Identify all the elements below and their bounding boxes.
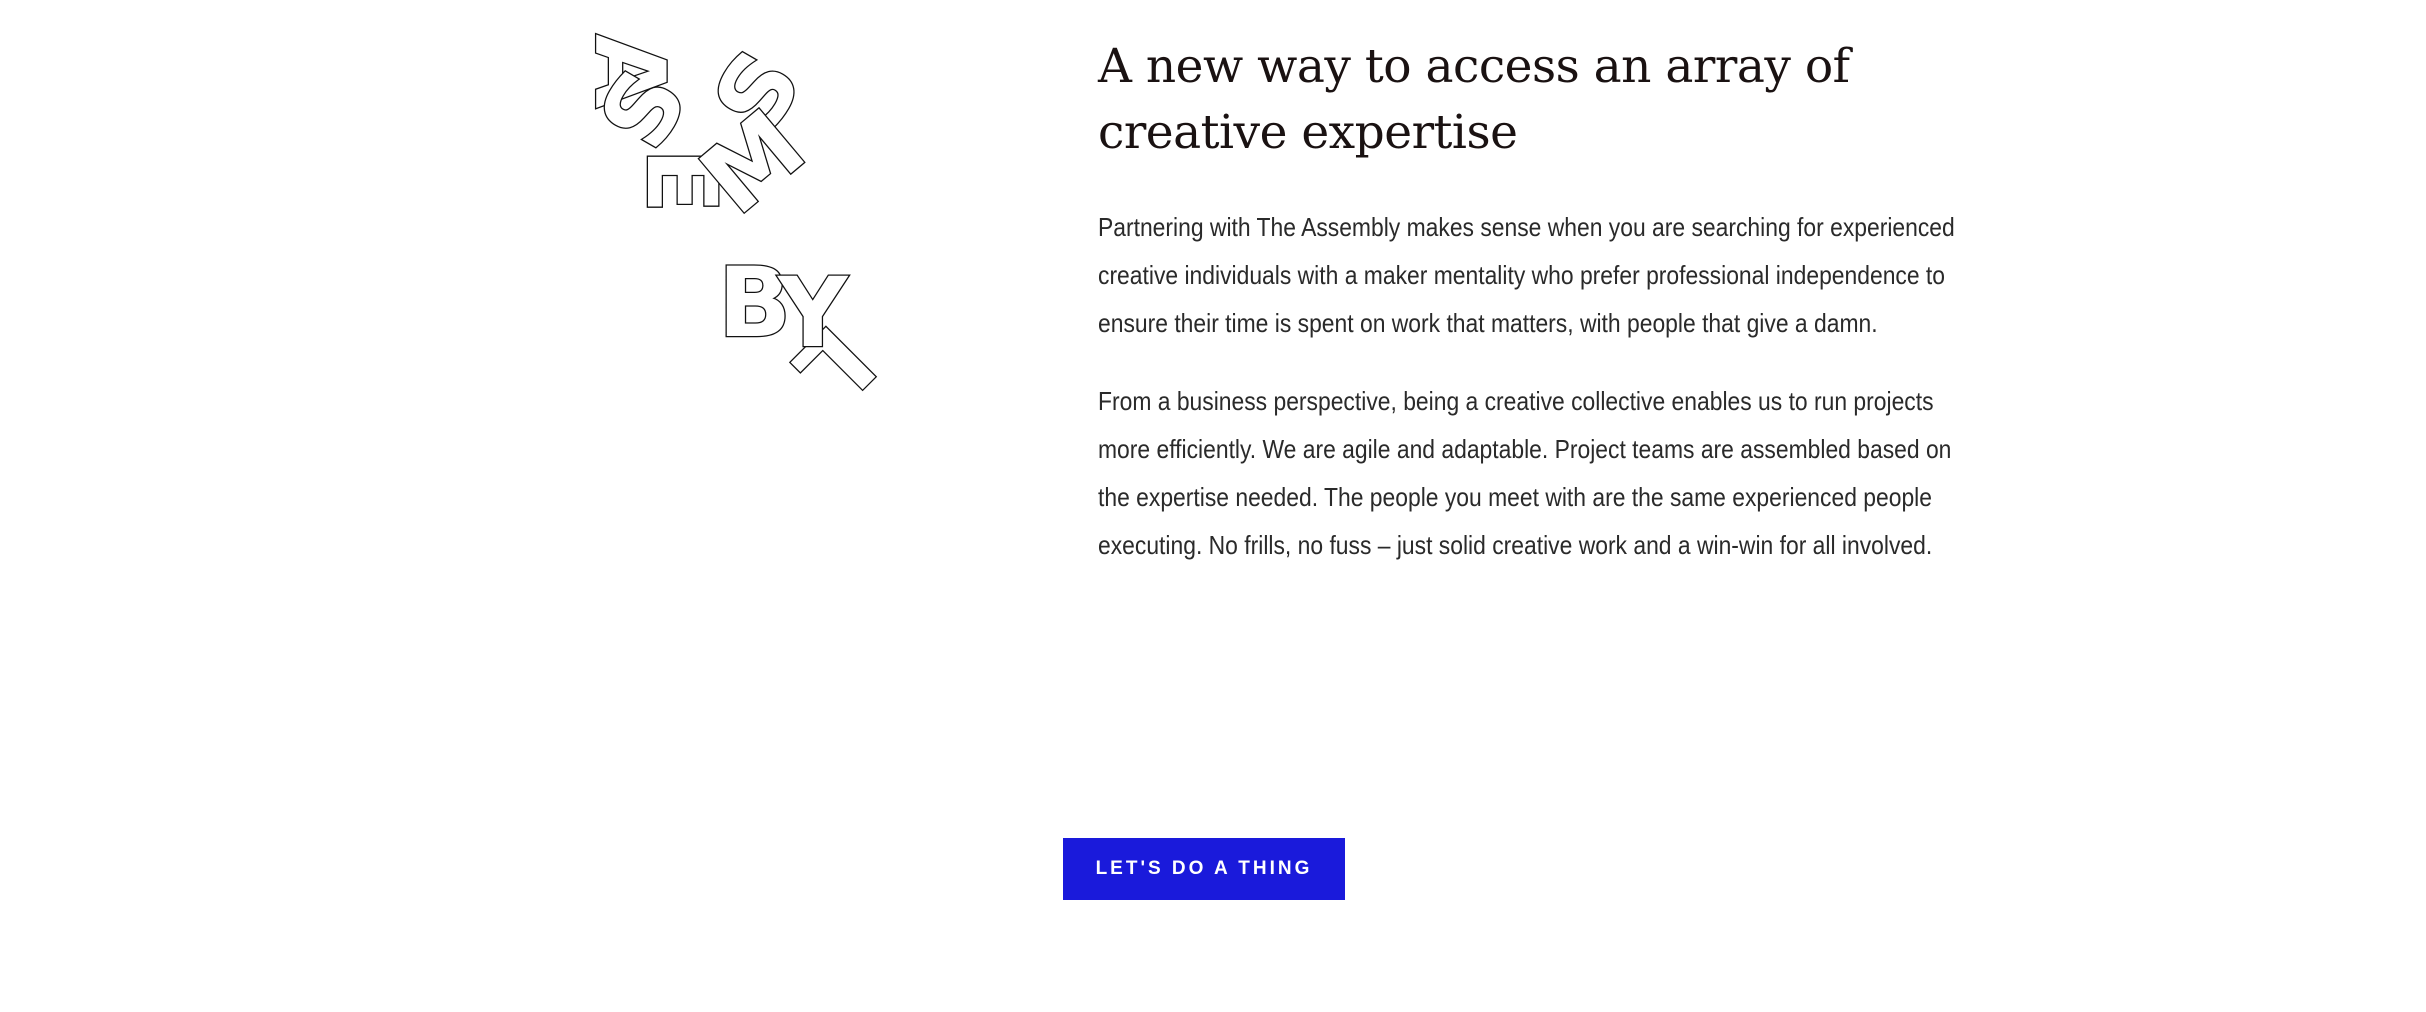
intro-paragraph-2: From a business perspective, being a cre…	[1098, 386, 1952, 560]
assembly-logo: A S S E M B L Y	[572, 26, 897, 428]
lets-do-a-thing-button[interactable]: LET'S DO A THING	[1063, 838, 1345, 900]
intro-section: A new way to access an array of creative…	[1098, 34, 1978, 569]
cta-label: LET'S DO A THING	[1095, 858, 1313, 879]
page: A S S E M B L Y A new way to access an a…	[0, 0, 2426, 1012]
intro-paragraph-1: Partnering with The Assembly makes sense…	[1098, 212, 1955, 338]
logo-letter-y: Y	[777, 257, 849, 369]
assembly-logo-graphic: A S S E M B L Y	[572, 31, 897, 428]
page-title: A new way to access an array of creative…	[1098, 39, 1850, 160]
